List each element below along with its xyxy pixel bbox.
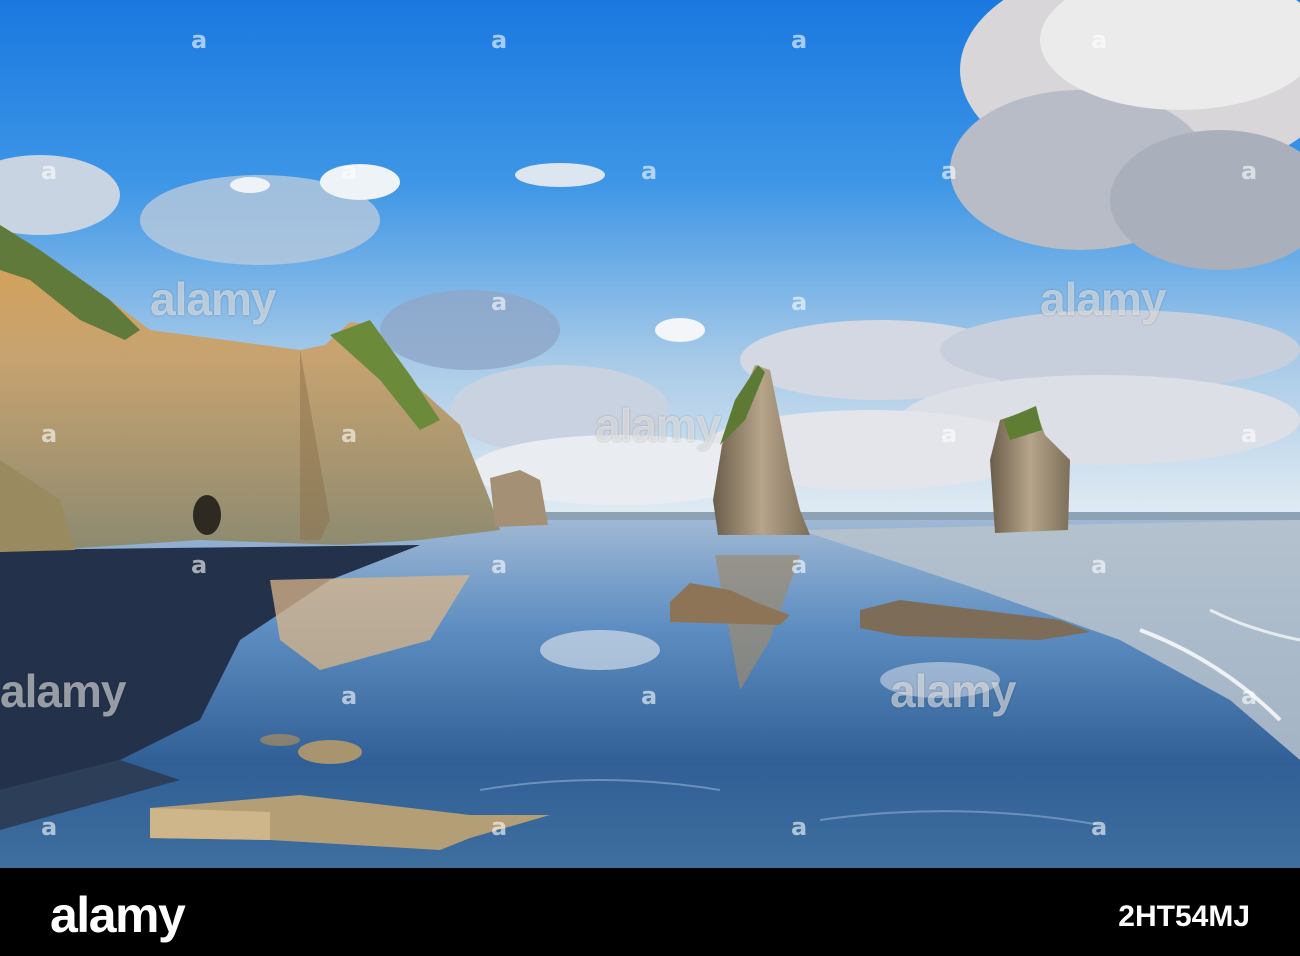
brand-logo: alamy <box>50 887 186 943</box>
watermark-dot: a <box>791 288 808 316</box>
watermark-dot: a <box>491 26 508 54</box>
footer-bar: alamy 2HT54MJ <box>0 868 1300 956</box>
watermark-dot: a <box>1091 551 1108 579</box>
watermark-dot: a <box>941 157 958 185</box>
watermark-dot: a <box>41 420 58 448</box>
watermark: alamy <box>0 665 126 717</box>
watermark-dot: a <box>1241 682 1258 710</box>
watermark-dot: a <box>341 157 358 185</box>
watermark-dot: a <box>641 157 658 185</box>
watermark-dot: a <box>641 682 658 710</box>
watermark-dot: a <box>1241 157 1258 185</box>
watermark: alamy <box>1040 273 1166 325</box>
watermark: alamy <box>890 665 1016 717</box>
watermark-dot: a <box>491 288 508 316</box>
watermark-dot: a <box>41 813 58 841</box>
watermark-dot: a <box>1091 26 1108 54</box>
watermark-dot: a <box>341 682 358 710</box>
watermark-dot: a <box>791 26 808 54</box>
watermark: alamy <box>150 273 276 325</box>
watermark-dot: a <box>791 813 808 841</box>
watermark-dot: a <box>1241 420 1258 448</box>
watermark: alamy <box>595 399 721 451</box>
stock-photo-frame: a a a a a a a a a a a a a a a a a a a a … <box>0 0 1300 956</box>
watermark-dot: a <box>941 420 958 448</box>
watermark-dot: a <box>341 420 358 448</box>
watermark-dot: a <box>191 551 208 579</box>
watermark-dot: a <box>191 26 208 54</box>
watermark-dot: a <box>41 157 58 185</box>
watermark-dot: a <box>1091 813 1108 841</box>
watermark-dot: a <box>491 813 508 841</box>
image-id: 2HT54MJ <box>1118 900 1250 933</box>
watermark-dot: a <box>491 551 508 579</box>
watermark-dot: a <box>791 551 808 579</box>
